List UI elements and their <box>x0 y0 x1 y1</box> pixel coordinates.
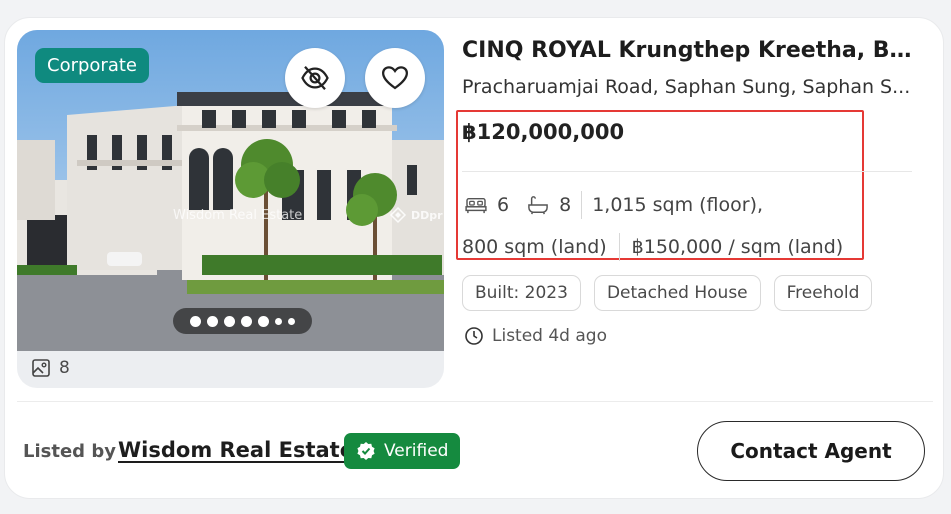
eye-off-icon <box>301 66 329 90</box>
listing-specs-land: 800 sqm (land) ฿150,000 / sqm (land) <box>462 233 843 261</box>
heart-icon <box>381 66 409 90</box>
listing-media[interactable]: Corporate Wisdom Real Estate DDpr 8 <box>17 30 444 388</box>
tenure-chip: Freehold <box>773 275 873 311</box>
verified-badge: Verified <box>344 433 461 469</box>
land-area-value: 800 sqm (land) <box>462 236 607 258</box>
photo-count-value: 8 <box>59 358 70 378</box>
carousel-dot[interactable] <box>288 317 295 325</box>
listing-title[interactable]: CINQ ROYAL Krungthep Kreetha, Ban... <box>462 38 914 63</box>
divider <box>17 401 933 402</box>
bathrooms-value: 8 <box>559 194 572 216</box>
carousel-dot[interactable] <box>258 315 269 327</box>
verified-label: Verified <box>384 441 449 461</box>
bedrooms-value: 6 <box>497 194 510 216</box>
corporate-badge: Corporate <box>35 48 149 83</box>
favorite-button[interactable] <box>365 48 425 108</box>
photo-watermark-brand-text: DDpr <box>411 208 443 222</box>
divider <box>462 171 912 172</box>
hide-listing-button[interactable] <box>285 48 345 108</box>
divider <box>581 191 583 219</box>
carousel-dot[interactable] <box>275 317 282 325</box>
price-per-sqm-value: ฿150,000 / sqm (land) <box>631 236 844 258</box>
photo-carousel-dots[interactable] <box>173 308 312 334</box>
built-year-chip: Built: 2023 <box>462 275 581 311</box>
agency-link[interactable]: Wisdom Real Estate <box>118 438 354 462</box>
listing-price: ฿120,000,000 <box>462 120 625 144</box>
listing-card[interactable]: Corporate Wisdom Real Estate DDpr 8 CINQ… <box>4 17 944 499</box>
bath-icon <box>528 196 548 215</box>
carousel-dot[interactable] <box>224 315 235 327</box>
carousel-dot[interactable] <box>190 315 201 327</box>
listed-time-text: Listed 4d ago <box>492 326 607 346</box>
carousel-dot[interactable] <box>207 315 218 327</box>
contact-agent-button[interactable]: Contact Agent <box>697 421 925 481</box>
photo-watermark: Wisdom Real Estate <box>173 208 303 223</box>
clock-icon <box>465 327 483 345</box>
photo-watermark-brand: DDpr <box>389 206 443 224</box>
bed-icon <box>465 197 487 214</box>
photo-count: 8 <box>31 358 70 378</box>
floor-area-value: 1,015 sqm (floor), <box>592 194 764 216</box>
listed-time: Listed 4d ago <box>464 326 607 346</box>
listing-chips: Built: 2023 Detached House Freehold <box>462 275 873 311</box>
divider <box>618 233 620 261</box>
ddproperty-logo-icon <box>389 206 407 224</box>
listing-specs: 6 8 1,015 sqm (floor), <box>465 191 763 219</box>
listing-address: Pracharuamjai Road, Saphan Sung, Saphan … <box>462 76 911 98</box>
carousel-dot[interactable] <box>241 315 252 327</box>
gallery-icon <box>32 359 50 377</box>
listed-by-label: Listed by <box>23 441 116 462</box>
verified-check-icon <box>357 442 375 460</box>
property-type-chip: Detached House <box>593 275 761 311</box>
